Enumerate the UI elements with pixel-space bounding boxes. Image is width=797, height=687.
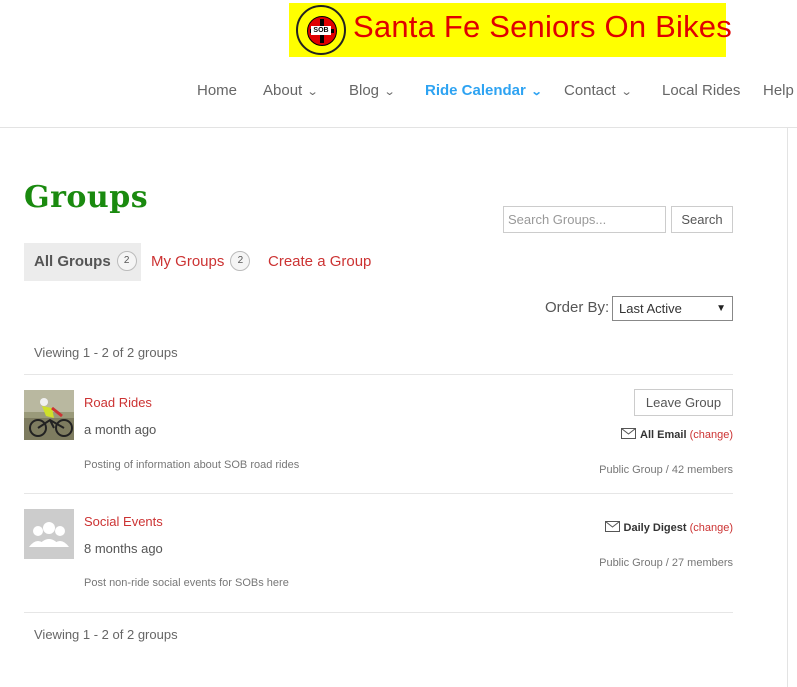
nav-home[interactable]: Home [197,82,237,99]
nav-label: Blog [349,82,380,99]
search-input[interactable] [503,206,666,233]
nav-contact[interactable]: Contact ⌄ [564,82,633,99]
sob-badge-icon: SOB [296,5,346,55]
tab-label: All Groups [34,253,111,270]
email-setting-value: Daily Digest [623,521,687,534]
chevron-down-icon: ⌄ [306,86,319,98]
change-email-link[interactable]: (change) [690,429,733,441]
nav-label: Contact [564,82,616,99]
pagination-count: Viewing 1 - 2 of 2 groups [34,627,178,642]
order-by-value: Last Active [619,301,682,316]
group-description: Post non-ride social events for SOBs her… [84,577,289,589]
email-setting-value: All Email [640,428,687,441]
divider [24,493,733,494]
envelope-icon [621,428,637,442]
tab-create-group[interactable]: Create a Group [268,243,371,281]
envelope-icon [604,521,620,535]
chevron-down-icon: ⌄ [530,86,543,98]
group-name-link[interactable]: Social Events [84,514,163,529]
search-button[interactable]: Search [671,206,733,233]
order-by-select[interactable]: Last Active ▼ [612,296,733,321]
logo-title: Santa Fe Seniors On Bikes [353,9,732,44]
count-badge: 2 [116,251,137,272]
nav-help[interactable]: Help [763,82,794,99]
change-email-link[interactable]: (change) [690,522,733,534]
group-name-link[interactable]: Road Rides [84,395,152,410]
order-by-label: Order By: [545,299,610,316]
email-setting: Daily Digest (change) [604,521,733,535]
site-logo[interactable]: SOB Santa Fe Seniors On Bikes [289,3,732,57]
group-meta: Public Group / 42 members [599,464,733,476]
nav-label: Local Rides [662,82,741,99]
sidebar-divider [787,128,788,687]
group-last-active: a month ago [84,422,157,437]
site-header: SOB Santa Fe Seniors On Bikes Home About… [0,0,797,127]
group-meta: Public Group / 27 members [599,557,733,569]
group-avatar-cyclist-photo[interactable] [24,390,74,440]
group-avatar-group-people-icon[interactable] [24,509,74,559]
tab-my-groups[interactable]: My Groups 2 [151,243,251,281]
nav-label: About [263,82,303,99]
nav-local-rides[interactable]: Local Rides [662,82,740,99]
group-last-active: 8 months ago [84,541,163,556]
group-description: Posting of information about SOB road ri… [84,459,300,471]
nav-label: Home [197,82,238,99]
tab-label: My Groups [151,253,225,270]
email-setting: All Email (change) [621,428,733,442]
pagination-count: Viewing 1 - 2 of 2 groups [34,345,178,360]
divider [24,374,733,375]
nav-label: Ride Calendar [425,82,526,99]
leave-group-button[interactable]: Leave Group [634,389,733,416]
page-title: Groups [24,180,149,215]
count-badge: 2 [230,251,251,272]
chevron-down-icon: ⌄ [383,86,396,98]
header-divider [0,127,797,128]
chevron-down-icon: ⌄ [620,86,633,98]
logo-badge-text: SOB [311,26,331,35]
tab-label: Create a Group [268,253,372,270]
dropdown-arrow-icon: ▼ [716,303,726,314]
divider [24,612,733,613]
nav-about[interactable]: About ⌄ [263,82,319,99]
tab-all-groups[interactable]: All Groups 2 [24,243,141,281]
nav-blog[interactable]: Blog ⌄ [349,82,396,99]
nav-ride-calendar[interactable]: Ride Calendar ⌄ [425,82,543,99]
nav-label: Help [763,82,794,99]
